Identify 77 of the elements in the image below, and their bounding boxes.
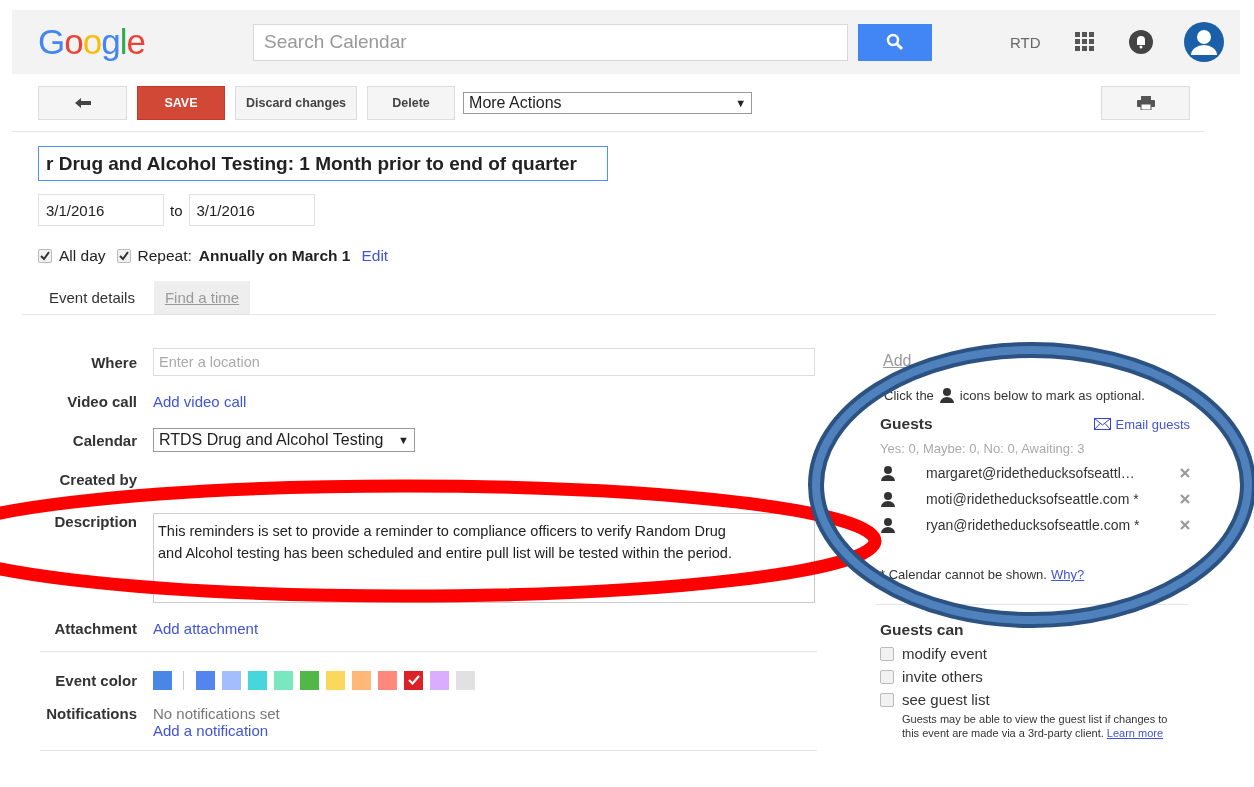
- color-swatch[interactable]: [456, 670, 475, 690]
- person-icon[interactable]: [880, 491, 896, 507]
- permission-checkbox[interactable]: [880, 646, 894, 661]
- color-swatch[interactable]: [300, 670, 319, 690]
- email-guests-link[interactable]: Email guests: [1093, 416, 1190, 432]
- field-label: Calendar: [71, 431, 137, 449]
- back-arrow-icon: [73, 97, 92, 109]
- logo: Google: [38, 22, 146, 62]
- color-swatch[interactable]: [430, 670, 449, 690]
- apps-grid-icon[interactable]: [1074, 32, 1095, 52]
- why-link[interactable]: Why?: [1050, 567, 1085, 582]
- learn-more-link[interactable]: Learn more: [1106, 727, 1164, 739]
- envelope-icon: [1093, 418, 1111, 430]
- add-video-call-link[interactable]: Add video call: [153, 392, 247, 410]
- guest-email: ryan@ridetheducksofseattle.com *: [926, 517, 1141, 533]
- person-icon: [938, 387, 955, 403]
- add-notification-link[interactable]: Add a notification: [153, 722, 280, 739]
- repeat-label: Repeat:: [137, 247, 192, 265]
- user-name: RTD: [1010, 33, 1041, 51]
- field-label: Attachment: [53, 619, 137, 637]
- color-swatch[interactable]: [352, 670, 371, 690]
- permission-checkbox[interactable]: [880, 692, 894, 707]
- permission-label: invite others: [902, 668, 983, 685]
- guests-heading: Guests: [880, 415, 933, 433]
- rsvp-summary: Yes: 0, Maybe: 0, No: 0, Awaiting: 3: [880, 441, 1086, 456]
- repeat-value: Annually on March 1: [198, 247, 351, 265]
- search-field[interactable]: Search Calendar: [253, 23, 848, 61]
- calendar-dropdown[interactable]: RTDS Drug and Alcohol Testing ▼: [153, 428, 415, 452]
- notification-icon[interactable]: [1127, 29, 1154, 55]
- color-swatch[interactable]: [248, 670, 267, 690]
- hint-text: icons below to mark as optional.: [959, 387, 1145, 403]
- color-swatch[interactable]: [326, 670, 345, 690]
- guest-email: moti@ridetheducksofseattle.com *: [926, 491, 1140, 507]
- search-icon: [886, 33, 904, 51]
- location-field[interactable]: Enter a location: [153, 348, 815, 376]
- remove-icon[interactable]: [1180, 520, 1190, 530]
- permission-checkbox[interactable]: [880, 669, 894, 684]
- permission-label: modify event: [902, 645, 988, 662]
- print-button[interactable]: [1101, 86, 1190, 120]
- avatar-icon[interactable]: [1183, 22, 1224, 62]
- color-swatch[interactable]: [222, 670, 241, 690]
- to-label: to: [170, 201, 183, 219]
- color-swatch[interactable]: [404, 670, 423, 690]
- delete-button[interactable]: Delete: [367, 86, 456, 120]
- title-field[interactable]: r Drug and Alcohol Testing: 1 Month prior to end of quarter: [38, 146, 608, 181]
- all-day-label: All day: [59, 247, 106, 265]
- description-field[interactable]: This reminders is set to provide a reminder to compliance officers to verify Random Drug and Alcohol testing has been scheduled and entire pull list will be tested within the period.: [153, 513, 815, 603]
- guest-email: margaret@ridetheducksofseattl…: [926, 465, 1136, 481]
- start-date-field[interactable]: 3/1/2016: [38, 194, 164, 226]
- notifications-status: No notifications set: [153, 705, 280, 722]
- more-actions-dropdown[interactable]: More Actions ▼: [463, 92, 753, 114]
- field-label: Created by: [58, 470, 137, 488]
- color-swatch[interactable]: [274, 670, 293, 690]
- person-icon[interactable]: [880, 465, 896, 481]
- color-swatch[interactable]: [378, 670, 397, 690]
- field-label: Video call: [66, 392, 137, 410]
- guest-list-note: Guests may be able to view the guest list if changes to this event are made via a 3rd-party client. Learn more: [902, 712, 1169, 740]
- printer-icon: [1136, 96, 1155, 110]
- color-swatch[interactable]: [196, 670, 215, 690]
- remove-icon[interactable]: [1180, 494, 1190, 504]
- repeat-checkbox[interactable]: [116, 249, 131, 263]
- add-attachment-link[interactable]: Add attachment: [153, 619, 259, 637]
- end-date-field[interactable]: 3/1/2016: [188, 194, 315, 226]
- permission-label: see guest list: [902, 691, 990, 708]
- field-label: Event color: [54, 671, 137, 689]
- discard-button[interactable]: Discard changes: [235, 86, 358, 120]
- guests-can-heading: Guests can: [880, 621, 965, 639]
- search-button[interactable]: [858, 23, 932, 61]
- save-button[interactable]: SAVE: [137, 86, 225, 120]
- field-label: Notifications: [45, 705, 137, 722]
- field-label: Where: [90, 353, 137, 371]
- all-day-checkbox[interactable]: [38, 249, 52, 263]
- back-button[interactable]: [38, 86, 127, 120]
- edit-link[interactable]: Edit: [361, 247, 389, 265]
- remove-icon[interactable]: [1180, 468, 1190, 478]
- field-label: Description: [53, 513, 137, 530]
- person-icon[interactable]: [880, 517, 896, 533]
